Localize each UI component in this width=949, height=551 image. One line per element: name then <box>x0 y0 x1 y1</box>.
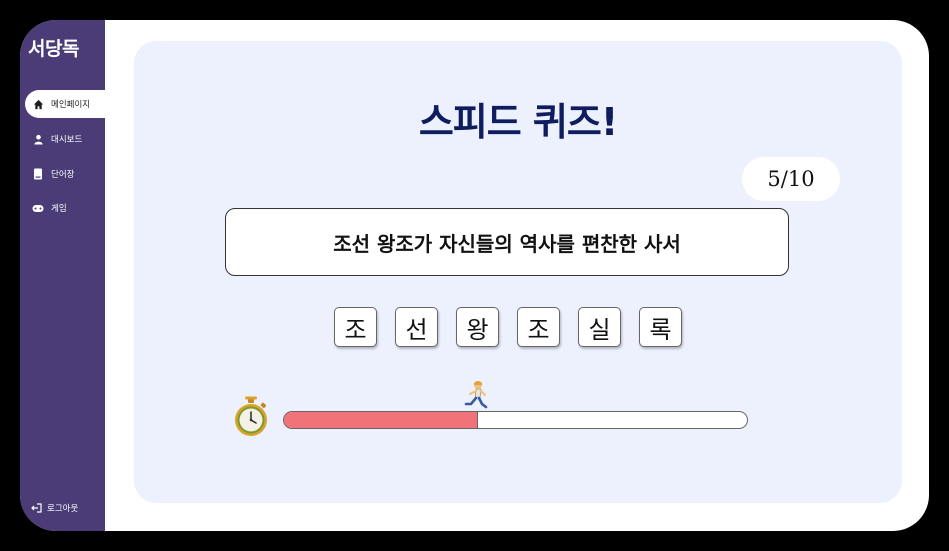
sidebar-item-label: 대시보드 <box>51 135 83 145</box>
sidebar-item-game[interactable]: 게임 <box>25 194 105 222</box>
sidebar-item-wordbook[interactable]: 단어장 <box>25 160 105 188</box>
logout-button[interactable]: 로그아웃 <box>25 498 78 518</box>
sidebar-item-label: 게임 <box>51 204 67 214</box>
runner-icon <box>463 380 489 414</box>
answer-tile[interactable]: 실 <box>578 307 621 347</box>
quiz-title: 스피드 퀴즈! <box>418 100 618 144</box>
sidebar-item-label: 단어장 <box>51 170 75 180</box>
logout-label: 로그아웃 <box>47 504 79 514</box>
logout-icon <box>25 503 47 513</box>
book-icon <box>25 168 51 180</box>
answer-tile[interactable]: 왕 <box>456 307 499 347</box>
app-logo: 서당독 <box>28 38 79 60</box>
person-icon <box>25 134 51 145</box>
gamepad-icon <box>25 204 51 213</box>
quiz-panel: 스피드 퀴즈! 5/10 조선 왕조가 자신들의 역사를 편찬한 사서 조선왕조… <box>134 41 902 503</box>
answer-tiles: 조선왕조실록 <box>334 307 682 347</box>
home-icon <box>25 99 51 110</box>
question-box: 조선 왕조가 자신들의 역사를 편찬한 사서 <box>225 208 789 276</box>
sidebar-item-label: 메인페이지 <box>51 100 91 110</box>
sidebar: 서당독 메인페이지 대시보드 단어장 게임 로그아웃 <box>20 20 105 531</box>
answer-tile[interactable]: 록 <box>639 307 682 347</box>
answer-tile[interactable]: 선 <box>395 307 438 347</box>
timer-progress-bar <box>283 411 748 429</box>
answer-tile[interactable]: 조 <box>517 307 560 347</box>
sidebar-item-main[interactable]: 메인페이지 <box>25 90 105 118</box>
quiz-progress-badge: 5/10 <box>742 157 840 201</box>
timer-progress-fill <box>284 412 479 428</box>
stopwatch-icon <box>233 396 269 442</box>
app-window: 서당독 메인페이지 대시보드 단어장 게임 로그아웃 스피드 퀴즈! 5/10 … <box>20 20 929 531</box>
answer-tile[interactable]: 조 <box>334 307 377 347</box>
sidebar-item-dashboard[interactable]: 대시보드 <box>25 125 105 153</box>
